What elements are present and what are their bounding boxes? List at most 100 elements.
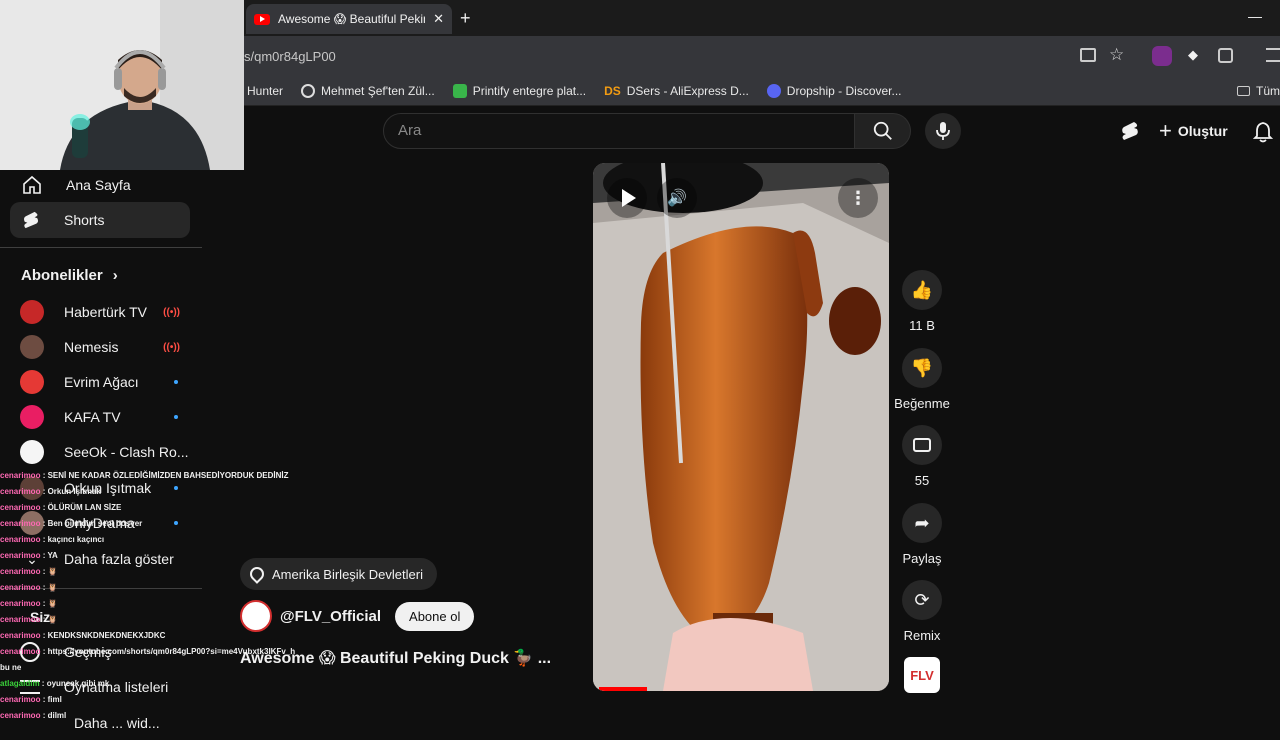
play-icon [622, 189, 636, 207]
create-label: Oluştur [1177, 123, 1228, 139]
more-vertical-icon: ⋮ [849, 187, 867, 208]
short-video-player[interactable]: 🔊 ⋮ [593, 163, 889, 691]
subscription-item[interactable]: KAFA TV [10, 400, 190, 434]
chat-username: cenarimoo [0, 695, 41, 704]
bookmark-label: Tüm [1256, 83, 1280, 98]
bookmark-label: DSers - AliExpress D... [626, 83, 749, 98]
chat-username: cenarimoo [0, 519, 41, 528]
like-button[interactable]: 👍 [902, 270, 942, 310]
subscription-item[interactable]: Habertürk TV ((•)) [10, 295, 190, 329]
subscription-name: SeeOk - Clash Ro... [64, 444, 189, 460]
search-input[interactable]: Ara [383, 113, 855, 149]
globe-icon [301, 83, 316, 98]
avatar [20, 335, 44, 359]
volume-icon: 🔊 [667, 190, 687, 207]
shorts-create-icon[interactable] [1120, 120, 1140, 142]
comments-action[interactable]: 55 [896, 425, 948, 488]
sidebar-item-label: Shorts [64, 212, 105, 228]
share-button[interactable]: ➦ [902, 503, 942, 543]
extension-icon[interactable] [1152, 46, 1172, 66]
new-tab-icon[interactable]: + [460, 8, 471, 29]
channel-thumbnail[interactable]: FLV [904, 657, 940, 693]
avatar [20, 405, 44, 429]
browser-tab[interactable]: Awesome 😱 Beautiful Peking ✕ [246, 4, 452, 34]
thumbs-up-icon: 👍 [910, 279, 934, 300]
chat-message: cenarimoo : 🦉 [0, 583, 58, 592]
sidebar-item-shorts[interactable]: Shorts [10, 202, 190, 238]
create-button[interactable]: + Oluştur [1151, 115, 1235, 147]
bookmark-mehmet[interactable]: Mehmet Şef'ten Zül... [301, 83, 435, 98]
chat-message: cenarimoo : 🦉 [0, 615, 58, 624]
remix-button[interactable]: ⟳ [902, 580, 942, 620]
bookmark-label: Mehmet Şef'ten Zül... [321, 83, 435, 98]
remix-action[interactable]: ⟳ Remix [896, 580, 948, 643]
bookmark-star-icon[interactable]: ☆ [1109, 45, 1124, 65]
extension-diamond-icon[interactable]: ◆ [1188, 47, 1198, 63]
sidebar-item-home[interactable]: Ana Sayfa [10, 167, 190, 203]
chat-text: https://youtube.com/shorts/qm0r84gLP00?s… [47, 647, 296, 656]
dislike-action[interactable]: 👎 Beğenme [894, 348, 950, 411]
chat-message: cenarimoo : fiml [0, 695, 62, 704]
chat-message: bu ne [0, 660, 320, 676]
extensions-puzzle-icon[interactable] [1218, 48, 1233, 63]
sidebar-item-label: Ana Sayfa [66, 177, 131, 193]
chat-message: cenarimoo : 🦉 [0, 599, 58, 608]
subscriptions-heading[interactable]: Abonelikler › [21, 267, 118, 284]
share-action[interactable]: ➦ Paylaş [896, 503, 948, 566]
bookmark-dropship[interactable]: Dropship - Discover... [766, 83, 902, 98]
chat-text: oyuncak gibi mk [46, 679, 110, 688]
printify-icon [452, 83, 467, 98]
subscription-name: Nemesis [64, 339, 119, 355]
shorts-icon [23, 211, 39, 229]
chevron-right-icon: › [112, 267, 118, 284]
voice-search-button[interactable] [925, 113, 961, 149]
chat-message: cenarimoo : YA [0, 551, 58, 560]
mute-button[interactable]: 🔊 [657, 178, 697, 218]
comments-button[interactable] [902, 425, 942, 465]
chat-text: Ben bilmdim seni boşver [47, 519, 143, 528]
menu-icon[interactable] [1266, 48, 1280, 62]
discord-icon [766, 83, 781, 98]
bookmark-printify[interactable]: Printify entegre plat... [452, 83, 586, 98]
url-field[interactable]: s/qm0r84gLP00 [244, 44, 1144, 70]
dsers-icon: DS [604, 83, 621, 98]
search-button[interactable] [855, 113, 911, 149]
bookmark-hunter[interactable]: Hunter [247, 84, 283, 98]
plus-icon: + [1159, 118, 1172, 143]
live-icon: ((•)) [163, 306, 180, 318]
close-tab-icon[interactable]: ✕ [433, 11, 444, 27]
subscribe-button[interactable]: Abone ol [395, 601, 475, 631]
all-bookmarks[interactable]: Tüm [1237, 84, 1280, 98]
chat-username: cenarimoo [0, 503, 41, 512]
minimize-icon[interactable]: — [1248, 8, 1262, 24]
chat-username: cenarimoo [0, 535, 41, 544]
subscription-item[interactable]: SeeOk - Clash Ro... [10, 435, 190, 469]
webcam-overlay [0, 0, 244, 170]
bookmark-label: Hunter [247, 83, 284, 98]
avatar [20, 370, 44, 394]
chat-text: SENİ NE KADAR ÖZLEDİĞİMİZDEN BAHSEDİYORD… [47, 471, 289, 480]
chat-message: cenarimoo : KENDKSNKDNEKDNEKXJDKC [0, 631, 166, 640]
chat-text: dilml [47, 711, 67, 720]
chat-username: cenarimoo [0, 567, 41, 576]
notifications-button[interactable] [1252, 121, 1274, 148]
thumbs-down-icon: 👎 [910, 357, 934, 378]
install-app-icon[interactable] [1080, 48, 1096, 62]
more-options-button[interactable]: ⋮ [838, 178, 878, 218]
subscription-item[interactable]: Nemesis ((•)) [10, 330, 190, 364]
home-icon [23, 175, 41, 194]
bookmark-dsers[interactable]: DS DSers - AliExpress D... [604, 84, 749, 98]
chat-text: ÖLÜRÜM LAN SİZE [47, 503, 122, 512]
comment-icon [913, 438, 931, 452]
chat-username: cenarimoo [0, 711, 41, 720]
dislike-button[interactable]: 👎 [902, 348, 942, 388]
play-button[interactable] [607, 178, 647, 218]
comment-count: 55 [914, 473, 930, 488]
subscription-item[interactable]: Evrim Ağacı [10, 365, 190, 399]
like-action[interactable]: 👍 11 B [896, 270, 948, 333]
chat-text: KENDKSNKDNEKDNEKXJDKC [47, 631, 166, 640]
stream-chat-overlay: cenarimoo : SENİ NE KADAR ÖZLEDİĞİMİZDEN… [0, 468, 320, 724]
chat-text: Orkun Işıtmak [47, 487, 101, 496]
new-content-dot [174, 415, 178, 419]
chat-text: 🦉 [47, 599, 58, 608]
